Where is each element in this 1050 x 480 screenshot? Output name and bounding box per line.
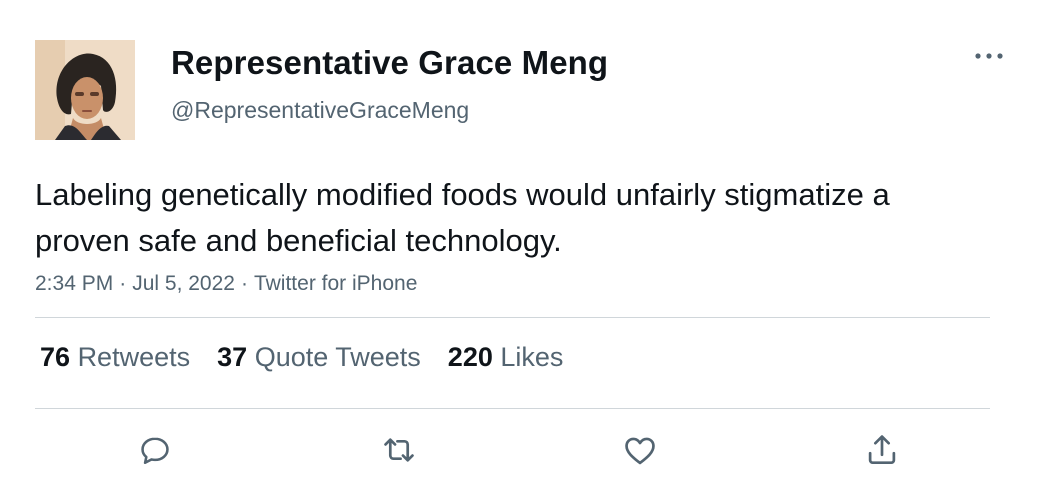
tweet-source[interactable]: Twitter for iPhone bbox=[254, 272, 417, 295]
tweet-time[interactable]: 2:34 PM bbox=[35, 272, 113, 295]
retweets-count: 76 bbox=[40, 342, 71, 372]
quote-tweets-label: Quote Tweets bbox=[254, 342, 421, 372]
retweets-stat[interactable]: 76 Retweets bbox=[40, 342, 190, 373]
like-button[interactable] bbox=[618, 428, 662, 472]
tweet-metadata: 2:34 PM · Jul 5, 2022 · Twitter for iPhone bbox=[35, 272, 417, 296]
separator: · bbox=[240, 272, 248, 295]
divider bbox=[35, 317, 990, 318]
like-icon bbox=[625, 437, 655, 465]
tweet-date[interactable]: Jul 5, 2022 bbox=[132, 272, 235, 295]
more-options-button[interactable] bbox=[970, 42, 1008, 70]
display-name[interactable]: Representative Grace Meng bbox=[171, 44, 608, 82]
engagement-stats: 76 Retweets 37 Quote Tweets 220 Likes bbox=[40, 342, 590, 373]
retweets-label: Retweets bbox=[77, 342, 191, 372]
share-button[interactable] bbox=[860, 428, 904, 472]
divider bbox=[35, 408, 990, 409]
retweet-button[interactable] bbox=[377, 428, 421, 472]
user-handle[interactable]: @RepresentativeGraceMeng bbox=[171, 97, 469, 124]
share-icon bbox=[868, 435, 896, 465]
tweet-text: Labeling genetically modified foods woul… bbox=[35, 177, 890, 258]
retweet-icon bbox=[384, 438, 414, 462]
quote-tweets-stat[interactable]: 37 Quote Tweets bbox=[217, 342, 421, 373]
likes-label: Likes bbox=[500, 342, 564, 372]
separator: · bbox=[119, 272, 127, 295]
avatar[interactable] bbox=[35, 40, 135, 140]
reply-button[interactable] bbox=[133, 428, 177, 472]
likes-stat[interactable]: 220 Likes bbox=[448, 342, 564, 373]
quote-tweets-count: 37 bbox=[217, 342, 248, 372]
likes-count: 220 bbox=[447, 342, 493, 372]
reply-icon bbox=[141, 437, 169, 465]
ellipsis-icon bbox=[975, 53, 1003, 59]
profile-photo bbox=[35, 40, 135, 140]
